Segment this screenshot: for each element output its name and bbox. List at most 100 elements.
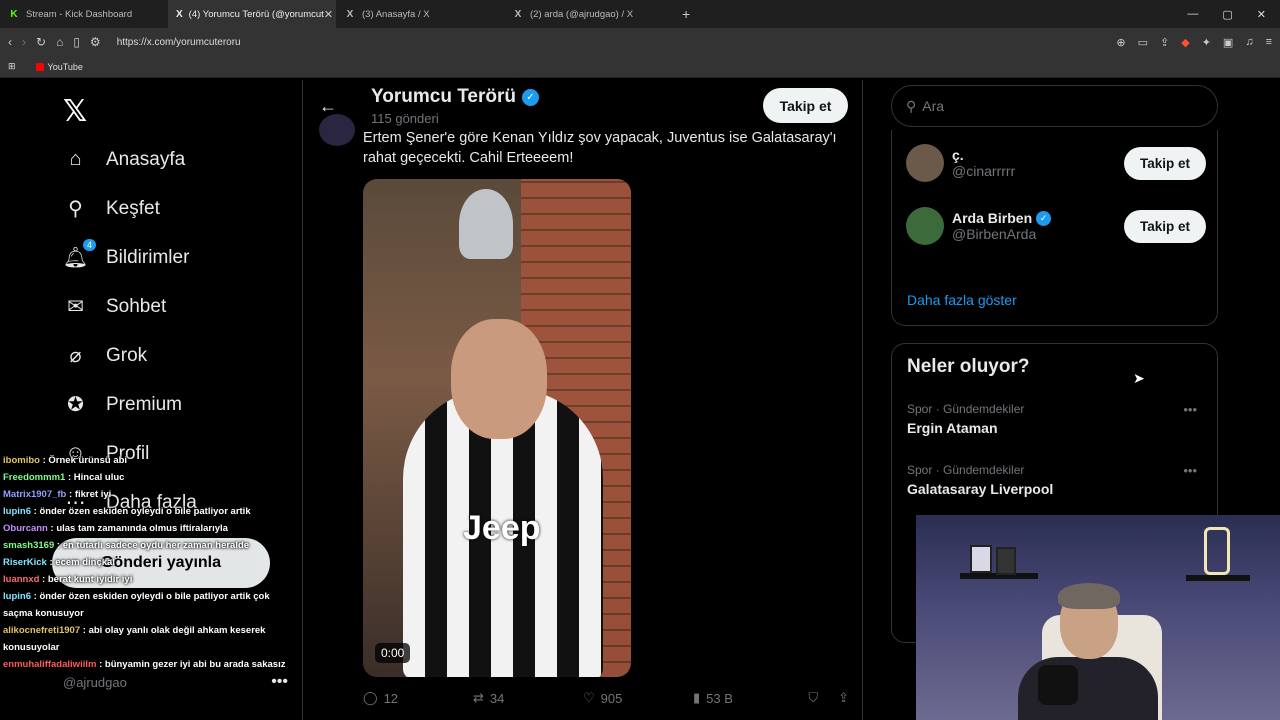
search-icon: ⚲ (68, 198, 83, 220)
browser-tab-yorumcu[interactable]: X (4) Yorumcu Terörü (@yorumcut ✕ (168, 0, 336, 28)
chat-text: bünyamin gezer iyi abi bu arada sakasız (104, 659, 286, 670)
views-button[interactable]: ▮ 53 B (693, 690, 801, 706)
streamer-hair (1058, 583, 1120, 609)
browser-tab-arda[interactable]: X (2) arda (@ajrudgao) / X (504, 0, 672, 28)
chat-text: ulas tam zamanında olmus iftiralarıyla (56, 523, 228, 534)
chat-separator: : (66, 489, 75, 500)
suggestion-row[interactable]: Arda Birben ✓ @BirbenArda Takip et (906, 204, 1206, 248)
apps-grid-icon[interactable]: ⊞ (8, 61, 16, 72)
chat-text: Örnek ürünsü abi (48, 455, 128, 466)
extensions-icon[interactable]: ✦ (1202, 36, 1211, 49)
trend-item[interactable]: Spor · Gündemdekiler Galatasaray Liverpo… (907, 463, 1207, 497)
search-icon: ⚲ (906, 97, 917, 114)
chat-username[interactable]: smash3169 (3, 540, 54, 551)
nav-label: Grok (106, 344, 148, 366)
nav-item-premium[interactable]: ✪ Premium (63, 392, 182, 417)
tab-label: (3) Anasayfa / X (362, 8, 430, 20)
close-icon[interactable]: ✕ (324, 8, 333, 21)
share-icon[interactable]: ⇪ (838, 690, 849, 706)
brave-shield-icon[interactable]: ◆ (1181, 36, 1189, 49)
home-icon[interactable]: ⌂ (56, 35, 63, 49)
chat-message: ibomibo : Örnek ürünsü abi (0, 452, 300, 469)
post-count: 115 gönderi (371, 111, 439, 126)
reload-icon[interactable]: ↻ (36, 35, 46, 49)
new-tab-button[interactable]: + (672, 6, 700, 22)
chat-username[interactable]: alikocnefreti1907 (3, 625, 80, 636)
address-bar: ‹ › ↻ ⌂ ▯ ⚙ https://x.com/yorumcuteroru … (0, 28, 1280, 56)
browser-tab-kick[interactable]: K Stream - Kick Dashboard (0, 0, 168, 28)
suggestion-name-text: Arda Birben (952, 210, 1033, 226)
more-icon[interactable]: ••• (1183, 402, 1197, 417)
tweet-video[interactable]: Jeep 0:00 (363, 179, 631, 677)
share-icon[interactable]: ⇪ (1160, 36, 1169, 49)
chat-text: ecem dinçkal (55, 557, 115, 568)
reply-button[interactable]: ◯ 12 (363, 690, 473, 706)
chat-username[interactable]: Freedommm1 (3, 472, 65, 483)
reply-count: 12 (383, 690, 399, 706)
chat-message: smash3169 : en tutarlı sadece oydu her z… (0, 537, 300, 554)
chat-message: Matrix1907_fb : fikret iyi (0, 486, 300, 503)
follow-button[interactable]: Takip et (763, 88, 848, 123)
chat-message: lupin6 : önder özen eskiden oyleydi o bi… (0, 503, 300, 520)
nav-label: Anasayfa (106, 148, 186, 170)
chat-username[interactable]: luannxd (3, 574, 39, 585)
nav-item-grok[interactable]: ⌀ Grok (63, 343, 147, 368)
sidebar-icon[interactable]: ▣ (1223, 36, 1233, 49)
chat-username[interactable]: Matrix1907_fb (3, 489, 66, 500)
verified-badge-icon: ✓ (521, 88, 539, 106)
chat-message: Oburcann : ulas tam zamanında olmus ifti… (0, 520, 300, 537)
avatar[interactable] (906, 207, 944, 245)
forward-icon[interactable]: › (22, 35, 26, 49)
chat-separator: : (39, 574, 48, 585)
more-icon[interactable]: ••• (1183, 463, 1197, 478)
more-icon: ••• (271, 673, 288, 690)
chat-message: enmuhaliffadaliwiilm : bünyamin gezer iy… (0, 656, 300, 673)
video-timestamp: 0:00 (375, 643, 411, 663)
avatar[interactable] (906, 144, 944, 182)
x-logo-icon[interactable]: 𝕏 (63, 94, 87, 129)
cast-icon[interactable]: ▭ (1138, 36, 1148, 49)
nav-item-bildirimler[interactable]: 🔔︎ 4 Bildirimler (63, 239, 189, 270)
search-input[interactable]: ⚲ Ara (891, 85, 1218, 127)
media-icon[interactable]: ♫ (1245, 36, 1253, 49)
nav-item-sohbet[interactable]: ✉ Sohbet (63, 294, 166, 319)
retweet-button[interactable]: ⇄ 34 (473, 690, 583, 706)
bookmark-youtube[interactable]: YouTube (35, 62, 83, 72)
trend-item[interactable]: Spor · Gündemdekiler Ergin Ataman ••• (907, 402, 1207, 436)
trend-meta: Spor · Gündemdekiler (907, 463, 1025, 477)
address-bar-actions: ⊕ ▭ ⇪ ◆ ✦ ▣ ♫ ≡ (1116, 36, 1272, 49)
tweet-avatar[interactable] (319, 114, 355, 146)
verified-badge-icon: ✓ (1036, 210, 1052, 226)
chat-username[interactable]: lupin6 (3, 591, 31, 602)
back-icon[interactable]: ‹ (8, 35, 12, 49)
main-timeline: ← Yorumcu Terörü ✓ 115 gönderi Takip et … (302, 80, 863, 720)
site-info-icon[interactable]: ⚙ (90, 35, 101, 49)
bookmark-icon[interactable]: ⛉ (808, 690, 818, 706)
chat-username[interactable]: ibomibo (3, 455, 40, 466)
trend-name: Galatasaray Liverpool (907, 481, 1054, 497)
show-more-link[interactable]: Daha fazla göster (907, 292, 1017, 308)
bookmark-icon[interactable]: ▯ (73, 35, 80, 49)
chat-username[interactable]: enmuhaliffadaliwiilm (3, 659, 96, 670)
url-field[interactable]: https://x.com/yorumcuteroru (117, 37, 241, 48)
close-icon[interactable]: ✕ (1257, 8, 1266, 21)
trends-title: Neler oluyor? (907, 356, 1030, 377)
chat-message: alikocnefreti1907 : abi olay yanlı olak … (0, 622, 300, 656)
menu-icon[interactable]: ≡ (1266, 36, 1272, 49)
browser-tab-anasayfa[interactable]: X (3) Anasayfa / X (336, 0, 504, 28)
window-controls: — ▢ ✕ (1187, 8, 1280, 21)
chat-username[interactable]: lupin6 (3, 506, 31, 517)
chat-separator: : (80, 625, 89, 636)
like-button[interactable]: ♡ 905 (583, 690, 693, 706)
suggestion-row[interactable]: ç. @cinarrrrr Takip et (906, 141, 1206, 185)
nav-item-anasayfa[interactable]: ⌂ Anasayfa (63, 147, 185, 172)
trend-name: Ergin Ataman (907, 420, 998, 436)
follow-button[interactable]: Takip et (1124, 209, 1206, 243)
minimize-icon[interactable]: — (1187, 8, 1198, 21)
chat-username[interactable]: Oburcann (3, 523, 48, 534)
zoom-icon[interactable]: ⊕ (1116, 36, 1125, 49)
maximize-icon[interactable]: ▢ (1222, 8, 1232, 21)
nav-item-kesfet[interactable]: ⚲ Keşfet (63, 196, 160, 221)
follow-button[interactable]: Takip et (1124, 146, 1206, 180)
chat-username[interactable]: RiserKick (3, 557, 47, 568)
